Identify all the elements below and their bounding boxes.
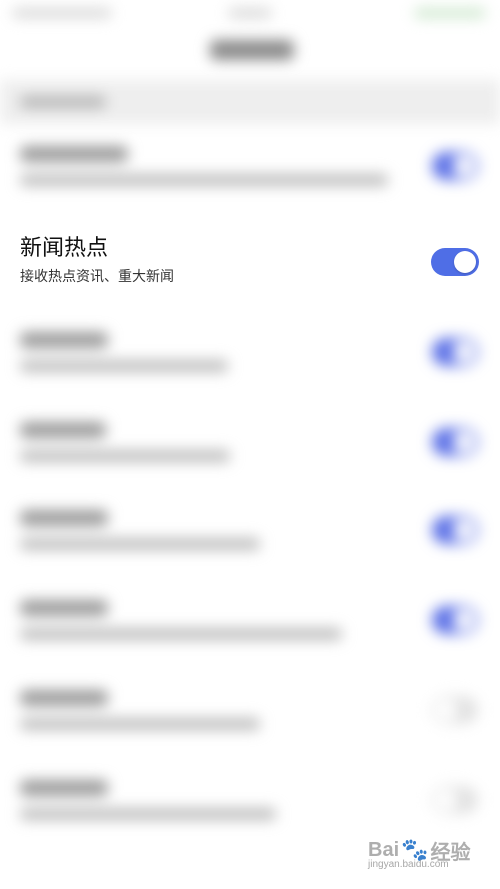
setting-title — [20, 690, 108, 706]
setting-toggle[interactable] — [432, 606, 478, 634]
setting-row[interactable] — [0, 132, 500, 220]
clock — [228, 8, 272, 18]
watermark-url: jingyan.baidu.com — [368, 859, 449, 870]
setting-row[interactable] — [0, 586, 500, 674]
setting-title — [20, 780, 108, 796]
toggle-knob — [454, 251, 476, 273]
setting-title — [20, 510, 108, 526]
setting-toggle[interactable] — [432, 338, 478, 366]
setting-subtitle — [20, 628, 342, 640]
setting-toggle[interactable] — [432, 786, 478, 814]
section-header — [0, 80, 500, 124]
setting-title — [20, 146, 128, 162]
setting-row[interactable] — [0, 318, 500, 406]
setting-title — [20, 422, 106, 438]
setting-subtitle — [20, 538, 260, 550]
setting-toggle[interactable] — [432, 428, 478, 456]
setting-subtitle — [20, 808, 276, 820]
setting-title: 新闻热点 — [20, 236, 109, 261]
setting-row[interactable] — [0, 496, 500, 584]
page-title — [210, 40, 294, 60]
setting-row[interactable] — [0, 676, 500, 764]
setting-subtitle — [20, 360, 228, 372]
setting-subtitle: 接收热点资讯、重大新闻 — [20, 269, 174, 285]
setting-subtitle — [20, 174, 388, 186]
setting-row[interactable] — [0, 408, 500, 496]
carrier-indicator — [12, 8, 112, 18]
battery-indicator — [414, 8, 486, 18]
baidu-jingyan-watermark: Bai 🐾 经验 jingyan.baidu.com — [368, 823, 488, 877]
setting-toggle[interactable] — [432, 152, 478, 180]
status-bar — [0, 0, 500, 28]
news-hot-toggle[interactable] — [431, 248, 479, 276]
setting-toggle[interactable] — [432, 516, 478, 544]
setting-title — [20, 332, 108, 348]
setting-toggle[interactable] — [432, 696, 478, 724]
setting-subtitle — [20, 718, 260, 730]
setting-subtitle — [20, 450, 230, 462]
setting-title — [20, 600, 108, 616]
section-header-label — [20, 96, 106, 108]
